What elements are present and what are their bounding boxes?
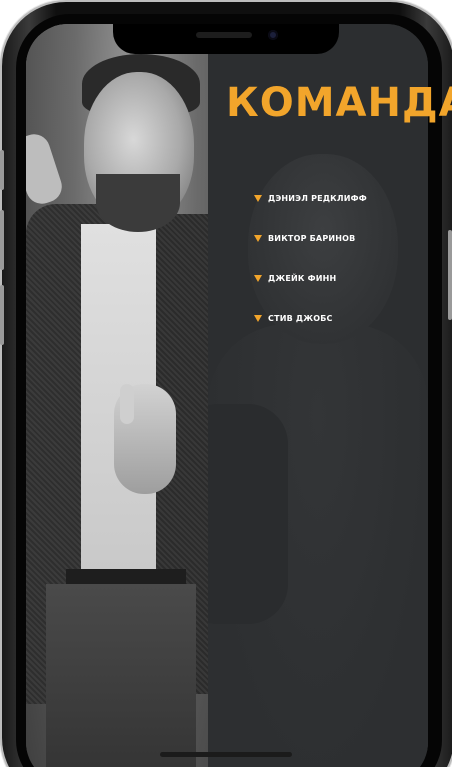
volume-up-button [0, 210, 4, 270]
team-member-name: ДЭНИЭЛ РЕДКЛИФФ [268, 193, 367, 203]
phone-screen [26, 24, 428, 767]
team-list-item[interactable]: ВИКТОР БАРИНОВ [254, 224, 367, 264]
team-list: ДЭНИЭЛ РЕДКЛИФФ ВИКТОР БАРИНОВ ДЖЕЙК ФИН… [254, 184, 367, 344]
team-member-name: ДЖЕЙК ФИНН [268, 273, 337, 283]
background-photo-faded [208, 24, 428, 767]
volume-down-button [0, 285, 4, 345]
triangle-down-icon [254, 234, 262, 242]
triangle-down-icon [254, 314, 262, 322]
page: КОМАНДА ДЭНИЭЛ РЕДКЛИФФ ВИКТОР БАРИНОВ Д… [0, 0, 452, 767]
team-member-photo [26, 24, 208, 767]
triangle-down-icon [254, 194, 262, 202]
front-camera [268, 30, 278, 40]
speaker-grille [196, 32, 252, 38]
home-indicator [160, 752, 292, 757]
page-title: КОМАНДА [226, 80, 452, 126]
phone-notch [113, 24, 339, 54]
team-list-item[interactable]: ДЖЕЙК ФИНН [254, 264, 367, 304]
team-list-item[interactable]: СТИВ ДЖОБС [254, 304, 367, 344]
triangle-down-icon [254, 274, 262, 282]
team-list-item[interactable]: ДЭНИЭЛ РЕДКЛИФФ [254, 184, 367, 224]
mute-switch [0, 150, 4, 190]
team-member-name: СТИВ ДЖОБС [268, 313, 333, 323]
power-button [448, 230, 452, 320]
team-member-name: ВИКТОР БАРИНОВ [268, 233, 356, 243]
